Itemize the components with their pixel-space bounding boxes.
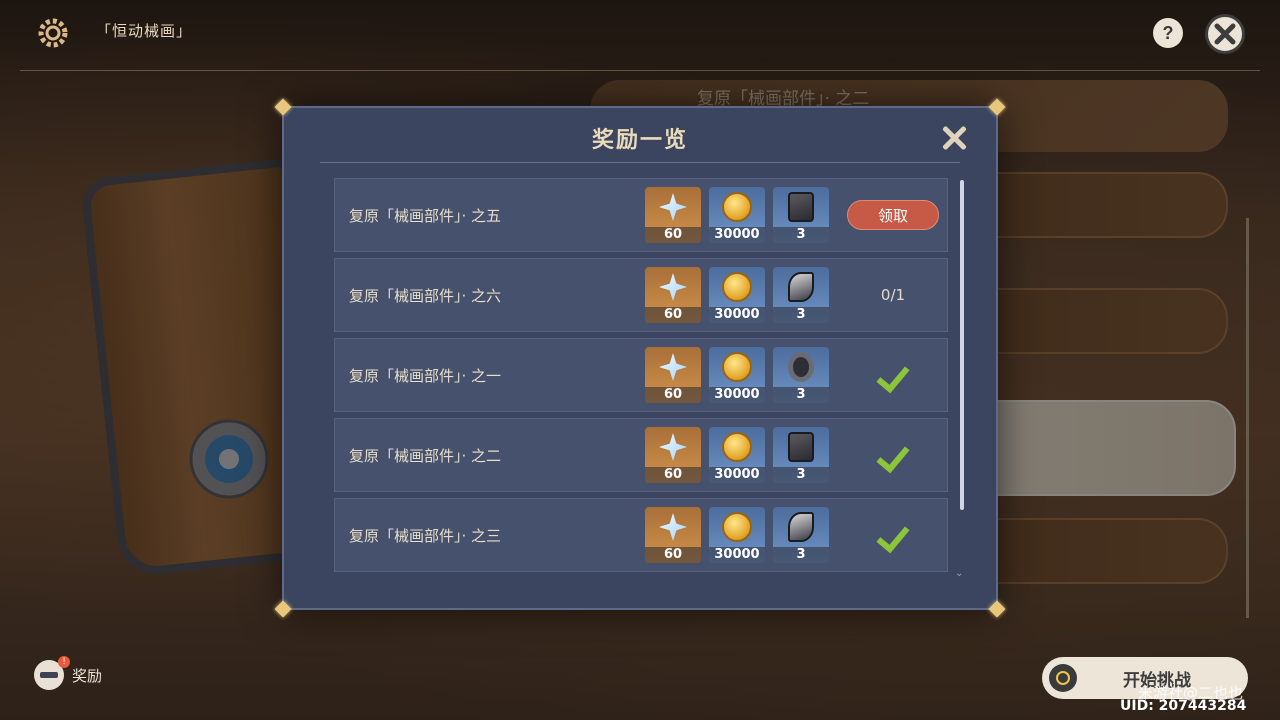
- reward-row-label: 复原「械画部件」· 之二: [349, 446, 502, 465]
- reward-row: 复原「械画部件」· 之三 60 30000 3: [334, 498, 948, 572]
- horn-material-icon: [788, 272, 814, 302]
- mora-coin-icon: [722, 512, 752, 542]
- item-count: 30000: [709, 547, 765, 563]
- reward-items: 60 30000 3: [645, 267, 829, 323]
- reward-row: 复原「械画部件」· 之五 60 30000 3 领取: [334, 178, 948, 252]
- start-circle-icon: [1049, 664, 1077, 692]
- dialog-title: 奖励一览: [591, 128, 688, 153]
- mora-coin-icon: [722, 272, 752, 302]
- reward-item[interactable]: 3: [773, 347, 829, 403]
- reward-status: [841, 441, 945, 469]
- reward-item[interactable]: 30000: [709, 427, 765, 483]
- gear-icon: [38, 18, 68, 48]
- item-count: 60: [645, 547, 701, 563]
- primogem-icon: [659, 433, 687, 461]
- reward-items: 60 30000 3: [645, 347, 829, 403]
- reward-items: 60 30000 3: [645, 427, 829, 483]
- dialog-divider: [320, 162, 960, 163]
- item-count: 3: [773, 467, 829, 483]
- reward-item[interactable]: 3: [773, 267, 829, 323]
- mora-coin-icon: [722, 352, 752, 382]
- item-count: 60: [645, 387, 701, 403]
- checkmark-icon: [876, 521, 910, 549]
- notification-badge: !: [58, 656, 70, 668]
- corner-ornament: [988, 600, 1006, 618]
- header-divider: [20, 70, 1260, 71]
- reward-item[interactable]: 3: [773, 187, 829, 243]
- reward-row-label: 复原「械画部件」· 之三: [349, 526, 502, 545]
- reward-items: 60 30000 3: [645, 187, 829, 243]
- dialog-scrollbar[interactable]: [960, 180, 964, 510]
- reward-item[interactable]: 60: [645, 427, 701, 483]
- reward-items: 60 30000 3: [645, 507, 829, 563]
- item-count: 3: [773, 227, 829, 243]
- primogem-icon: [659, 353, 687, 381]
- reward-list: 复原「械画部件」· 之五 60 30000 3 领取 复原「械画部件」· 之六 …: [334, 178, 948, 578]
- uid-label: UID: 207443284: [1120, 698, 1247, 714]
- close-dialog-button[interactable]: [940, 124, 968, 152]
- reward-status: [841, 521, 945, 549]
- checkmark-icon: [876, 361, 910, 389]
- reward-row-label: 复原「械画部件」· 之五: [349, 206, 502, 225]
- page-title: 「恒动械画」: [96, 22, 193, 40]
- item-count: 30000: [709, 387, 765, 403]
- help-button[interactable]: ?: [1153, 18, 1183, 48]
- item-count: 60: [645, 307, 701, 323]
- reward-row: 复原「械画部件」· 之六 60 30000 3 0/1: [334, 258, 948, 332]
- item-count: 3: [773, 547, 829, 563]
- primogem-icon: [659, 273, 687, 301]
- checkmark-icon: [876, 441, 910, 469]
- rewards-dialog: 奖励一览 复原「械画部件」· 之五 60 30000 3 领取 复原「械画部件」…: [282, 106, 998, 610]
- rewards-entry-label: 奖励: [72, 666, 103, 685]
- item-count: 30000: [709, 307, 765, 323]
- reward-item[interactable]: 30000: [709, 347, 765, 403]
- item-count: 3: [773, 387, 829, 403]
- reward-row: 复原「械画部件」· 之二 60 30000 3: [334, 418, 948, 492]
- ring-material-icon: [788, 352, 814, 382]
- corner-ornament: [274, 98, 292, 116]
- reward-row-label: 复原「械画部件」· 之一: [349, 366, 502, 385]
- reward-item[interactable]: 60: [645, 267, 701, 323]
- talent-book-icon: [788, 432, 814, 462]
- item-count: 30000: [709, 227, 765, 243]
- reward-item[interactable]: 30000: [709, 507, 765, 563]
- reward-item[interactable]: 30000: [709, 187, 765, 243]
- primogem-icon: [659, 513, 687, 541]
- reward-item[interactable]: 30000: [709, 267, 765, 323]
- reward-status: [841, 361, 945, 389]
- close-icon: [1214, 23, 1236, 45]
- item-count: 60: [645, 467, 701, 483]
- primogem-icon: [659, 193, 687, 221]
- close-page-button[interactable]: [1205, 14, 1245, 54]
- item-count: 60: [645, 227, 701, 243]
- progress-text: 0/1: [880, 286, 906, 304]
- reward-item[interactable]: 60: [645, 347, 701, 403]
- item-count: 3: [773, 307, 829, 323]
- reward-status: 0/1: [841, 286, 945, 304]
- reward-row-label: 复原「械画部件」· 之六: [349, 286, 502, 305]
- claim-button[interactable]: 领取: [847, 200, 939, 230]
- corner-ornament: [988, 98, 1006, 116]
- reward-status: 领取: [841, 200, 945, 230]
- corner-ornament: [274, 600, 292, 618]
- reward-item[interactable]: 60: [645, 507, 701, 563]
- mora-coin-icon: [722, 192, 752, 222]
- mora-coin-icon: [722, 432, 752, 462]
- scroll-down-icon[interactable]: ⌄: [955, 568, 963, 579]
- item-count: 30000: [709, 467, 765, 483]
- talent-book-icon: [788, 192, 814, 222]
- reward-item[interactable]: 3: [773, 427, 829, 483]
- reward-item[interactable]: 60: [645, 187, 701, 243]
- horn-material-icon: [788, 512, 814, 542]
- reward-row: 复原「械画部件」· 之一 60 30000 3: [334, 338, 948, 412]
- reward-item[interactable]: 3: [773, 507, 829, 563]
